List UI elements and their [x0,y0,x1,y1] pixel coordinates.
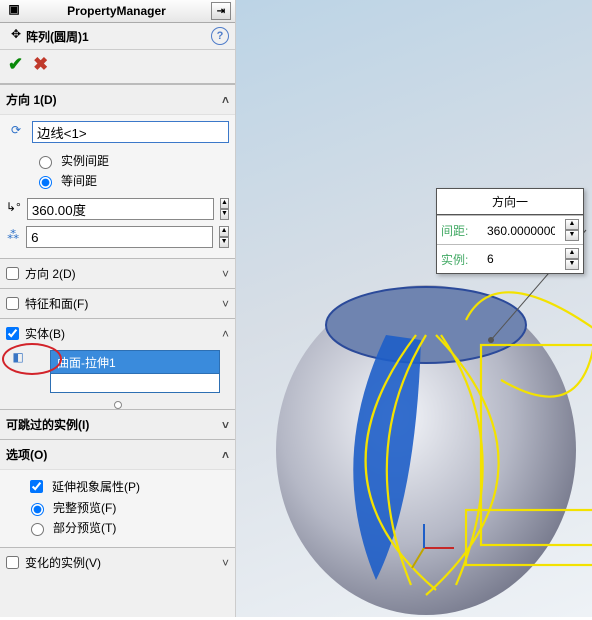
equal-label: 等间距 [61,172,97,189]
section-dir1-header[interactable]: 方向 1(D) ˄ [0,84,235,114]
resize-handle[interactable] [0,401,235,409]
options-header[interactable]: 选项(O) ˄ [0,439,235,469]
chevron-down-icon: ˅ [222,267,229,281]
spacing-radio[interactable] [39,156,52,169]
property-panel: ▣ PropertyManager ⇥ ✥ 阵列(圆周)1 ? ✔ ✖ 方向 1… [0,0,236,617]
dir2-label: 方向 2(D) [25,265,76,282]
panel-title: PropertyManager [24,4,209,18]
count-icon: ⁂ [6,228,20,246]
callout-inst-label: 实例: [437,245,481,274]
propagate-label: 延伸视象属性(P) [52,478,140,495]
callout-box[interactable]: 方向一 间距: ▲▼ 实例: ▲▼ [436,188,584,274]
chevron-down-icon: ˅ [222,418,229,432]
equal-radio[interactable] [39,176,52,189]
featfaces-label: 特征和面(F) [25,295,88,312]
skip-title: 可跳过的实例(I) [6,416,89,433]
fullpreview-label: 完整预览(F) [53,499,116,516]
list-item[interactable]: 曲面-拉伸1 [50,350,220,374]
spacing-label: 实例间距 [61,152,109,169]
angle-spinner[interactable]: ▲▼ [220,198,229,220]
bodies-body: ◧ 曲面-拉伸1 [0,348,235,401]
bodies-list[interactable]: 曲面-拉伸1 [50,350,220,393]
dir2-checkbox[interactable] [6,267,19,280]
bodies-row[interactable]: 实体(B) ˄ [0,318,235,348]
count-input[interactable] [26,226,213,248]
feature-header: ✥ 阵列(圆周)1 ? [0,23,235,50]
circpattern-icon: ✥ [6,27,26,45]
model-preview [266,250,592,620]
count-spinner[interactable]: ▲▼ [219,226,229,248]
pin-button[interactable]: ⇥ [211,2,231,20]
propagate-check[interactable] [30,480,43,493]
vary-label: 变化的实例(V) [25,554,101,571]
featfaces-checkbox[interactable] [6,297,19,310]
cancel-button[interactable]: ✖ [33,54,48,75]
feature-name: 阵列(圆周)1 [26,28,89,45]
partpreview-radio[interactable] [31,523,44,536]
chevron-down-icon: ˅ [222,556,229,570]
chevron-down-icon: ˅ [222,297,229,311]
fullpreview-radio[interactable] [31,503,44,516]
callout-inst-spin[interactable]: ▲▼ [565,248,579,270]
dir1-title: 方向 1(D) [6,91,57,108]
ok-button[interactable]: ✔ [8,54,23,75]
chevron-up-icon: ˄ [222,93,229,107]
panel-titlebar: ▣ PropertyManager ⇥ [0,0,235,23]
dir1-body: ⟳ 实例间距 等间距 ↳° ▲▼ ⁂ ▲▼ [0,114,235,258]
list-item[interactable] [50,374,220,393]
options-body: 延伸视象属性(P) 完整预览(F) 部分预览(T) [0,469,235,547]
vary-checkbox[interactable] [6,556,19,569]
vary-row[interactable]: 变化的实例(V) ˅ [0,547,235,577]
callout-title: 方向一 [437,189,583,215]
callout-inst-input[interactable] [485,251,557,267]
callout-spacing-input[interactable] [485,222,557,238]
panel-icon: ▣ [4,2,24,20]
partpreview-label: 部分预览(T) [53,519,116,536]
angle-input[interactable] [27,198,214,220]
bodies-checkbox[interactable] [6,327,19,340]
bodies-label: 实体(B) [25,325,65,342]
chevron-up-icon: ˄ [222,448,229,462]
dir2-row[interactable]: 方向 2(D) ˅ [0,258,235,288]
angle-icon: ↳° [6,200,21,218]
callout-spacing-spin[interactable]: ▲▼ [565,219,579,241]
help-icon[interactable]: ? [211,27,229,45]
featfaces-row[interactable]: 特征和面(F) ˅ [0,288,235,318]
skip-header[interactable]: 可跳过的实例(I) ˅ [0,409,235,439]
callout-spacing-label: 间距: [437,216,481,245]
chevron-up-icon: ˄ [222,327,229,341]
body-icon: ◧ [8,350,28,368]
axis-input[interactable] [32,121,229,143]
reverse-icon[interactable]: ⟳ [6,123,26,141]
options-title: 选项(O) [6,446,47,463]
confirm-row: ✔ ✖ [0,50,235,84]
graphics-viewport[interactable]: 方向一 间距: ▲▼ 实例: ▲▼ [236,0,592,617]
